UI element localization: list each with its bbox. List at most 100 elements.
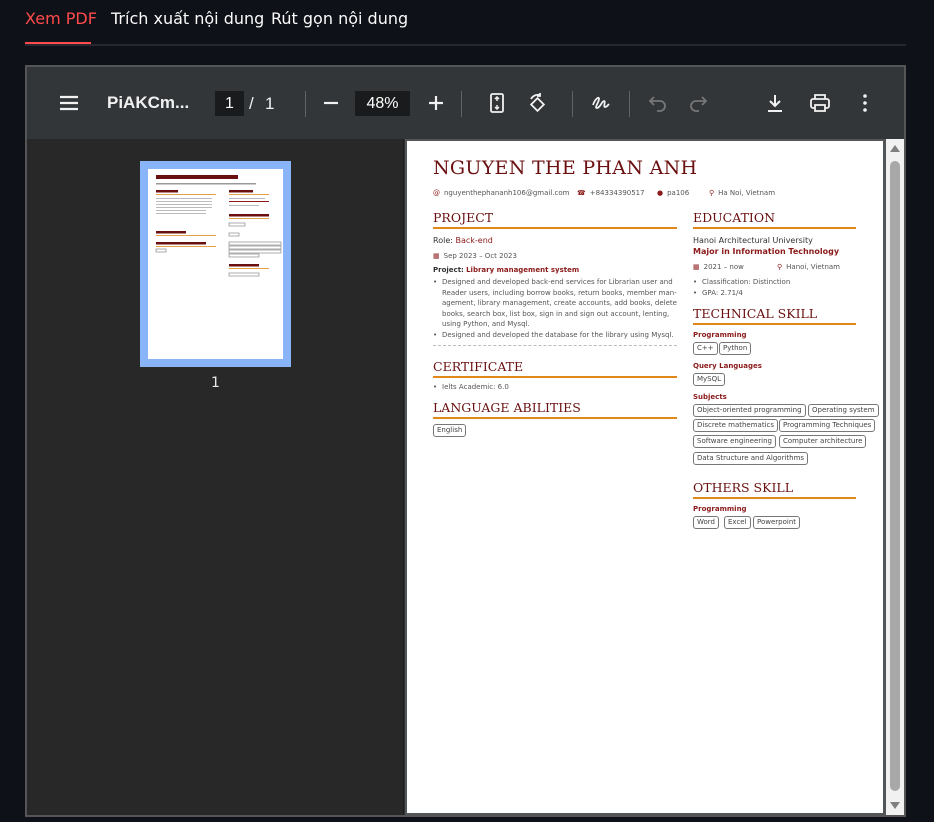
tool-tag: Powerpoint: [753, 516, 801, 529]
location-text: Ha Noi, Vietnam: [718, 189, 776, 197]
section-rule: [433, 376, 677, 378]
list-item: GPA: 2.71/4: [693, 288, 863, 299]
contact-location: ⚲ Ha Noi, Vietnam: [709, 189, 775, 197]
project-name: Library management system: [466, 266, 580, 274]
tool-tag: Excel: [724, 516, 751, 529]
document-title: PiAKCm...: [107, 93, 190, 112]
skill-tag: C++: [693, 342, 718, 355]
skill-tag: MySQL: [693, 373, 726, 386]
github-icon: ●: [657, 189, 664, 197]
language-tag: English: [433, 424, 467, 437]
toolbar-divider: [305, 91, 306, 117]
section-others-title: OTHERS SKILL: [693, 480, 793, 495]
project-name-line: Project: Library management system: [433, 266, 579, 274]
vertical-scrollbar[interactable]: [886, 139, 904, 815]
email-text: nguyenthephananh106@gmail.com: [444, 189, 570, 197]
section-rule: [693, 323, 856, 325]
thumbnail-content-image: [155, 175, 282, 277]
dashed-divider: [433, 345, 677, 346]
section-language-title: LANGUAGE ABILITIES: [433, 400, 581, 415]
pdf-viewer: PiAKCm... 1 / 1 48% 1 NGUYEN THE PHAN AN…: [25, 65, 906, 817]
location-pin-icon: ⚲: [709, 189, 715, 197]
section-education-title: EDUCATION: [693, 210, 776, 225]
education-bullets: Classification: Distinction GPA: 2.71/4: [693, 277, 863, 298]
calendar-icon: ▦: [433, 252, 440, 260]
zoom-level-input[interactable]: 48%: [355, 91, 410, 116]
major: Major in Information Technology: [693, 247, 840, 256]
education-location: ⚲ Hanoi, Vietnam: [777, 263, 840, 271]
section-project-title: PROJECT: [433, 210, 494, 225]
project-label: Project:: [433, 266, 464, 274]
others-programming-label: Programming: [693, 505, 747, 513]
list-item: Ielts Academic: 6.0: [433, 382, 677, 393]
certificate-bullets: Ielts Academic: 6.0: [433, 382, 677, 393]
fit-page-icon[interactable]: [485, 91, 509, 115]
email-icon: @: [433, 189, 440, 197]
skill-tag: Python: [719, 342, 752, 355]
project-dates: ▦ Sep 2023 – Oct 2023: [433, 252, 517, 260]
contact-email: @ nguyenthephananh106@gmail.com: [433, 189, 569, 197]
skill-tag: Data Structure and Algorithms: [693, 452, 809, 465]
page-thumbnail[interactable]: [140, 161, 291, 367]
scroll-up-arrow-icon[interactable]: [890, 145, 900, 152]
calendar-icon: ▦: [693, 263, 700, 271]
undo-icon[interactable]: [646, 91, 670, 115]
education-dates: ▦ 2021 – now: [693, 263, 744, 271]
skill-tag: Software engineering: [693, 435, 776, 448]
list-item: Designed and developed back-end services…: [433, 277, 679, 330]
phone-text: +84334390517: [589, 189, 645, 197]
section-rule: [693, 227, 856, 229]
zoom-out-icon[interactable]: [319, 91, 343, 115]
cv-name: NGUYEN THE PHAN ANH: [433, 157, 698, 179]
scroll-down-arrow-icon[interactable]: [890, 802, 900, 809]
page-number-input[interactable]: 1: [215, 91, 244, 116]
education-dates-text: 2021 – now: [703, 263, 744, 271]
tab-bar: Xem PDF Trích xuất nội dung Rút gọn nội …: [25, 0, 906, 46]
project-bullets: Designed and developed back-end services…: [433, 277, 679, 340]
location-pin-icon: ⚲: [777, 263, 783, 271]
list-item: Designed and developed the database for …: [433, 330, 679, 341]
section-rule: [433, 227, 677, 229]
project-dates-text: Sep 2023 – Oct 2023: [443, 252, 517, 260]
section-rule: [693, 497, 856, 499]
skill-tag: Programming Techniques: [779, 419, 876, 432]
school-name: Hanoi Architectural University: [693, 236, 813, 245]
zoom-in-icon[interactable]: [424, 91, 448, 115]
pdf-toolbar: PiAKCm... 1 / 1 48%: [27, 67, 904, 139]
menu-icon[interactable]: [57, 91, 81, 115]
print-icon[interactable]: [808, 91, 832, 115]
pdf-page: NGUYEN THE PHAN ANH @ nguyenthephananh106…: [407, 141, 883, 813]
subjects-label: Subjects: [693, 393, 727, 401]
phone-icon: ☎: [577, 189, 586, 197]
download-icon[interactable]: [763, 91, 787, 115]
active-tab-indicator: [25, 42, 91, 44]
query-languages-label: Query Languages: [693, 362, 762, 370]
toolbar-divider: [629, 91, 630, 117]
role-value: Back-end: [455, 236, 493, 245]
page-separator: /: [249, 94, 254, 113]
toolbar-divider: [461, 91, 462, 117]
redo-icon[interactable]: [686, 91, 710, 115]
tab-extract-content[interactable]: Trích xuất nội dung: [111, 9, 264, 28]
section-rule: [433, 417, 677, 419]
skill-tag: Operating system: [808, 404, 879, 417]
thumbnail-sidebar: 1: [27, 139, 404, 815]
scrollbar-thumb[interactable]: [890, 161, 900, 791]
list-item: Classification: Distinction: [693, 277, 863, 288]
tab-view-pdf[interactable]: Xem PDF: [25, 9, 97, 28]
annotate-icon[interactable]: [589, 91, 613, 115]
section-technical-title: TECHNICAL SKILL: [693, 306, 818, 321]
section-certificate-title: CERTIFICATE: [433, 359, 524, 374]
thumbnail-page-number: 1: [211, 375, 220, 391]
rotate-icon[interactable]: [525, 91, 549, 115]
tab-summarize-content[interactable]: Rút gọn nội dung: [271, 9, 408, 28]
education-location-text: Hanoi, Vietnam: [786, 263, 840, 271]
role-label: Role:: [433, 236, 453, 245]
tool-tag: Word: [693, 516, 719, 529]
toolbar-divider: [572, 91, 573, 117]
skill-tag: Discrete mathematics: [693, 419, 779, 432]
thumbnail-preview: [148, 169, 283, 359]
contact-github: ● pa106: [657, 189, 689, 197]
more-options-icon[interactable]: [853, 91, 877, 115]
document-view[interactable]: NGUYEN THE PHAN ANH @ nguyenthephananh106…: [405, 139, 904, 815]
